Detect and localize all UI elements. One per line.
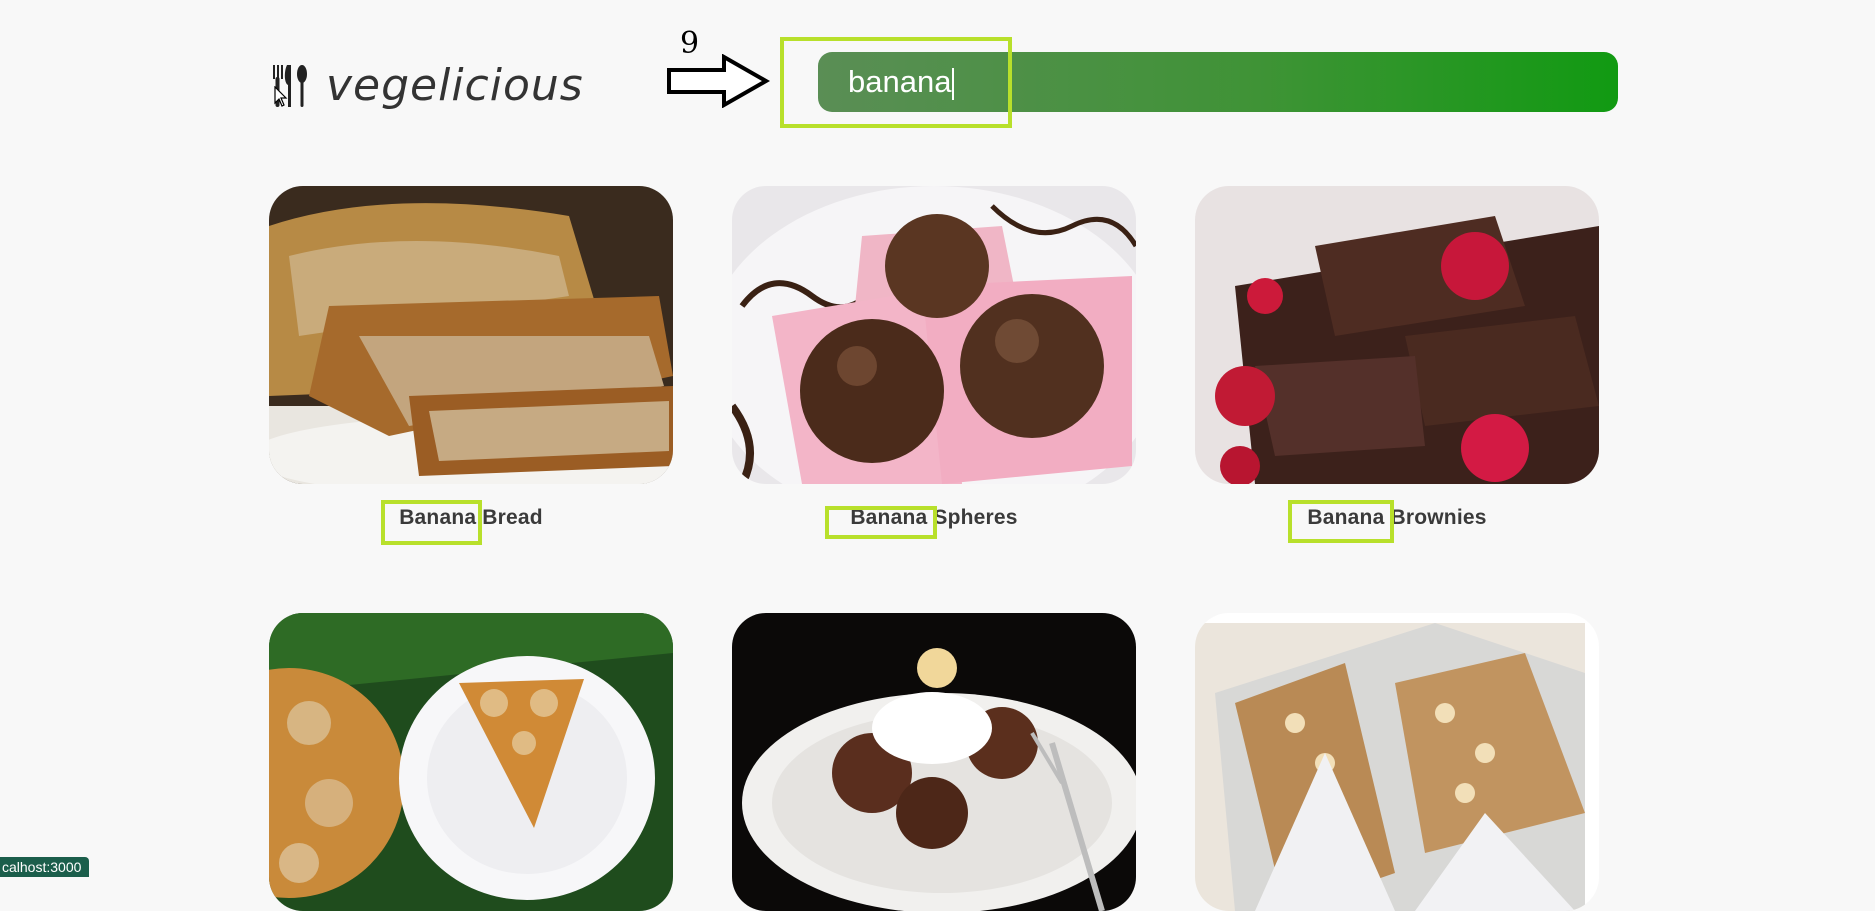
text-caret — [952, 67, 955, 100]
recipe-card[interactable]: Banana Brownies — [1195, 186, 1599, 529]
recipe-title[interactable]: Banana Brownies — [1195, 506, 1599, 530]
recipe-card[interactable] — [732, 613, 1136, 911]
recipe-image — [269, 613, 673, 911]
recipe-title[interactable]: Banana Bread — [269, 506, 673, 530]
title-match-text: Banana — [1307, 506, 1385, 529]
search-bar[interactable]: banana — [818, 52, 1618, 112]
recipe-image — [1195, 186, 1599, 484]
arrow-right-icon — [667, 54, 770, 108]
recipe-image — [732, 186, 1136, 484]
search-input[interactable]: banana — [848, 52, 1548, 112]
brand-name: vegelicious — [326, 60, 584, 111]
brand-logo[interactable]: vegelicious — [270, 60, 584, 111]
title-rest-text: Bread — [476, 506, 543, 529]
recipe-title[interactable]: Banana Spheres — [732, 506, 1136, 530]
title-rest-text: Spheres — [927, 506, 1018, 529]
recipe-image — [269, 186, 673, 484]
recipe-card[interactable]: Banana Spheres — [732, 186, 1136, 529]
recipe-card[interactable] — [1195, 613, 1599, 911]
recipe-image — [1195, 613, 1599, 911]
title-match-text: Banana — [399, 506, 477, 529]
mouse-pointer-icon — [274, 86, 288, 107]
recipe-card[interactable]: Banana Bread — [269, 186, 673, 529]
recipe-card[interactable] — [269, 613, 673, 911]
title-match-text: Banana — [850, 506, 928, 529]
recipe-image — [732, 613, 1136, 911]
status-url: calhost:3000 — [0, 857, 90, 877]
title-rest-text: Brownies — [1384, 506, 1487, 529]
search-input-value: banana — [848, 64, 952, 99]
